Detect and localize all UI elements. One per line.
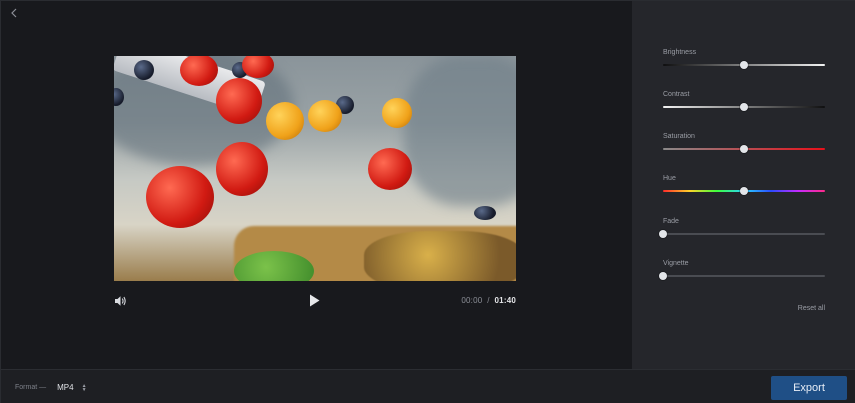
total-duration: 01:40 bbox=[494, 296, 516, 305]
bottom-bar: Format — MP4 ▲ ▼ Export bbox=[1, 369, 855, 403]
video-tomato bbox=[368, 148, 412, 190]
format-label: Format — bbox=[15, 384, 47, 391]
adjustment-fade: Fade bbox=[659, 218, 825, 239]
slider-thumb[interactable] bbox=[740, 145, 748, 153]
format-value[interactable]: MP4 bbox=[57, 383, 73, 392]
slider-thumb[interactable] bbox=[740, 61, 748, 69]
format-selector[interactable]: Format — MP4 ▲ ▼ bbox=[15, 383, 87, 392]
adjustment-brightness: Brightness bbox=[663, 49, 825, 70]
slider-thumb[interactable] bbox=[659, 230, 667, 238]
play-icon bbox=[310, 294, 320, 307]
adjustment-vignette: Vignette bbox=[659, 260, 825, 281]
time-separator: / bbox=[487, 296, 490, 305]
current-time: 00:00 bbox=[461, 296, 483, 305]
back-button[interactable] bbox=[7, 6, 21, 20]
slider-thumb[interactable] bbox=[659, 272, 667, 280]
updown-arrows-icon[interactable]: ▲ ▼ bbox=[82, 383, 87, 392]
video-tomato bbox=[266, 102, 304, 140]
adjustment-label: Vignette bbox=[663, 260, 689, 267]
video-tomato bbox=[382, 98, 412, 128]
playback-controls: 00:00 / 01:40 bbox=[114, 293, 516, 311]
slider-thumb[interactable] bbox=[740, 103, 748, 111]
slider-track bbox=[663, 275, 825, 277]
video-tomato bbox=[216, 78, 262, 124]
hue-slider[interactable] bbox=[663, 187, 825, 196]
adjustment-contrast: Contrast bbox=[663, 91, 825, 112]
vignette-slider[interactable] bbox=[659, 272, 825, 281]
reset-all-button[interactable]: Reset all bbox=[798, 305, 825, 312]
slider-track bbox=[663, 233, 825, 235]
volume-button[interactable] bbox=[114, 294, 127, 312]
export-button[interactable]: Export bbox=[771, 376, 847, 400]
video-olive bbox=[474, 206, 496, 220]
adjustment-label: Saturation bbox=[663, 133, 695, 140]
adjustments-panel: Brightness Contrast Saturation Hue Fade … bbox=[632, 1, 855, 369]
adjustment-hue: Hue bbox=[663, 175, 825, 196]
preview-stage: 00:00 / 01:40 bbox=[1, 1, 632, 369]
saturation-slider[interactable] bbox=[663, 145, 825, 154]
chevron-left-icon bbox=[11, 8, 17, 18]
contrast-slider[interactable] bbox=[663, 103, 825, 112]
video-editor-app: 00:00 / 01:40 Brightness Contrast Satura… bbox=[0, 0, 855, 403]
adjustment-label: Fade bbox=[663, 218, 679, 225]
video-tomato bbox=[308, 100, 342, 132]
adjustment-saturation: Saturation bbox=[663, 133, 825, 154]
video-olive bbox=[134, 60, 154, 80]
video-figs bbox=[364, 231, 516, 281]
video-preview[interactable] bbox=[114, 56, 516, 281]
adjustment-label: Hue bbox=[663, 175, 676, 182]
adjustment-label: Brightness bbox=[663, 49, 697, 56]
play-button[interactable] bbox=[309, 294, 320, 312]
video-tomato bbox=[146, 166, 214, 228]
time-readout: 00:00 / 01:40 bbox=[461, 296, 516, 305]
adjustment-label: Contrast bbox=[663, 91, 690, 98]
brightness-slider[interactable] bbox=[663, 61, 825, 70]
speaker-icon bbox=[115, 296, 126, 306]
fade-slider[interactable] bbox=[659, 230, 825, 239]
slider-thumb[interactable] bbox=[740, 187, 748, 195]
video-tomato bbox=[216, 142, 268, 196]
video-bg-shape bbox=[404, 56, 516, 206]
